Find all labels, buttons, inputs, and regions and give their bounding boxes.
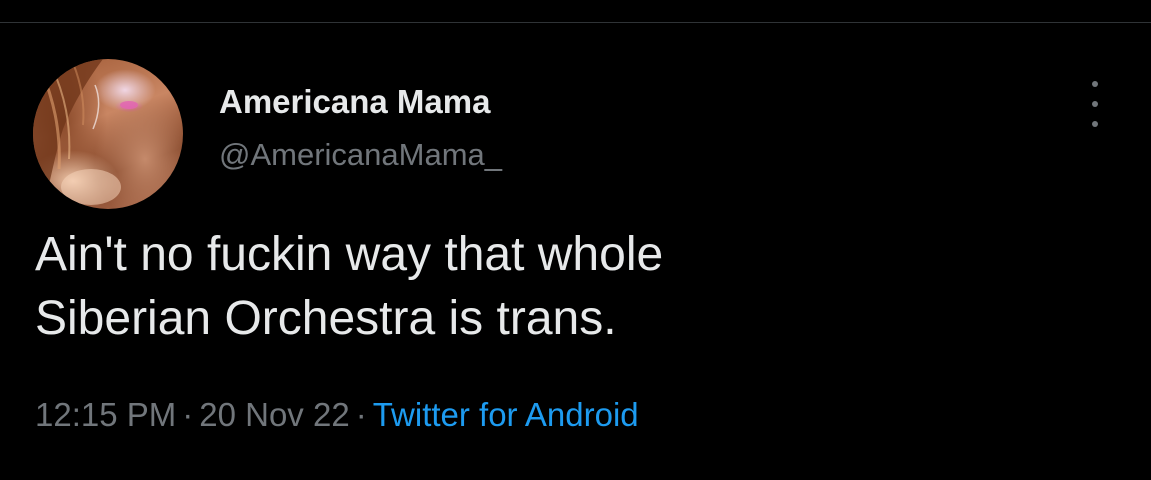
meta-separator: · [355, 396, 367, 433]
author-display-name[interactable]: Americana Mama [219, 83, 502, 121]
more-vertical-icon-dot-1 [1092, 81, 1098, 87]
avatar[interactable] [33, 59, 183, 209]
more-options-button[interactable] [1082, 81, 1108, 127]
tweet-date[interactable]: 20 Nov 22 [199, 396, 349, 433]
tweet-text: Ain't no fuckin way that whole Siberian … [35, 223, 1115, 351]
more-vertical-icon-dot-3 [1092, 121, 1098, 127]
tweet-text-line: Ain't no fuckin way that whole [35, 228, 664, 281]
tweet[interactable]: Americana Mama @AmericanaMama_ Ain't no … [0, 23, 1151, 480]
author-info[interactable]: Americana Mama @AmericanaMama_ [219, 83, 502, 173]
tweet-time[interactable]: 12:15 PM [35, 396, 176, 433]
avatar-photo [33, 59, 138, 209]
more-vertical-icon-dot-2 [1092, 101, 1098, 107]
tweet-text-line: Siberian Orchestra is trans. [35, 292, 617, 345]
author-handle[interactable]: @AmericanaMama_ [219, 137, 502, 173]
meta-separator: · [182, 396, 194, 433]
tweet-source-link[interactable]: Twitter for Android [373, 396, 639, 433]
tweet-meta: 12:15 PM · 20 Nov 22 · Twitter for Android [35, 395, 639, 435]
